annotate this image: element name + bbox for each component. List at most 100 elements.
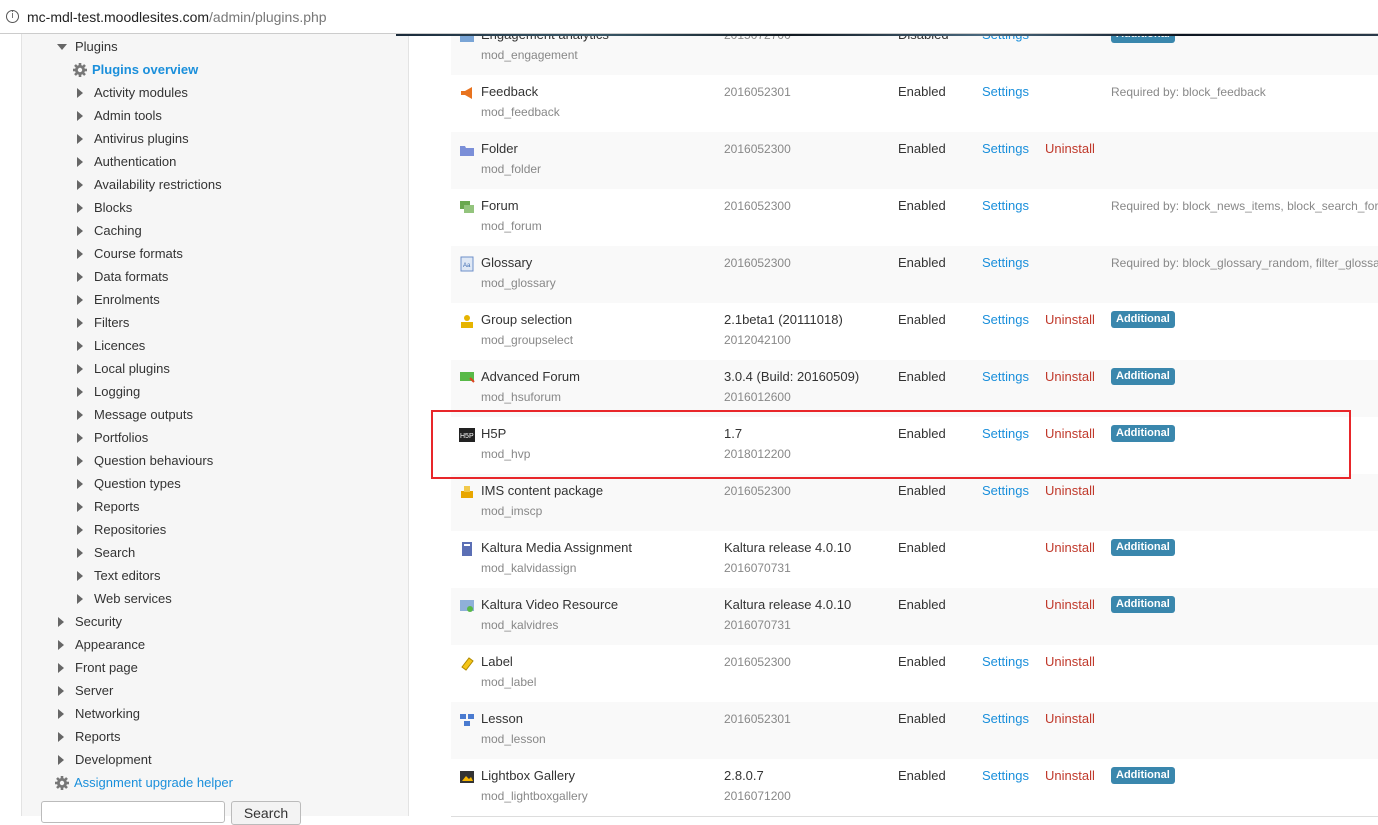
tree-item-search[interactable]: Search: [77, 543, 135, 563]
plugin-release: 3.0.4 (Build: 20160509): [724, 369, 860, 384]
settings-link[interactable]: Settings: [982, 198, 1029, 213]
tree-section-reports[interactable]: Reports: [58, 727, 121, 747]
url-text[interactable]: mc-mdl-test.moodlesites.com/admin/plugin…: [27, 9, 327, 25]
plugin-name: Kaltura Media Assignment: [481, 540, 633, 555]
plugin-release: 2.8.0.7: [724, 768, 764, 783]
tree-label: Question behaviours: [94, 453, 214, 468]
settings-link[interactable]: Settings: [982, 84, 1029, 99]
uninstall-link[interactable]: Uninstall: [1045, 597, 1095, 612]
uninstall-link[interactable]: Uninstall: [1045, 654, 1095, 669]
tree-label: Web services: [94, 591, 172, 606]
chevron-right-icon: [77, 156, 83, 167]
chevron-right-icon: [77, 133, 83, 144]
plugin-name: Group selection: [481, 312, 573, 327]
chevron-right-icon: [77, 478, 83, 489]
uninstall-link[interactable]: Uninstall: [1045, 483, 1095, 498]
plugin-component: mod_engagement: [481, 48, 578, 62]
tree-item-authentication[interactable]: Authentication: [77, 152, 176, 172]
settings-link[interactable]: Settings: [982, 312, 1029, 327]
tree-item-availability-restrictions[interactable]: Availability restrictions: [77, 175, 222, 195]
admin-search-button[interactable]: Search: [231, 801, 301, 825]
tree-item-data-formats[interactable]: Data formats: [77, 267, 168, 287]
plugin-icon: [460, 600, 474, 612]
plugin-icon: [460, 146, 474, 156]
uninstall-link[interactable]: Uninstall: [1045, 711, 1095, 726]
settings-link[interactable]: Settings: [982, 141, 1029, 156]
tree-item-antivirus-plugins[interactable]: Antivirus plugins: [77, 129, 189, 149]
tree-item-question-types[interactable]: Question types: [77, 474, 181, 494]
tree-section-security[interactable]: Security: [58, 612, 122, 632]
plugin-status: Enabled: [898, 597, 946, 612]
tree-item-blocks[interactable]: Blocks: [77, 198, 132, 218]
chevron-right-icon: [58, 616, 64, 627]
tree-item-local-plugins[interactable]: Local plugins: [77, 359, 170, 379]
table-row: Label mod_label 2016052300 Enabled Settings U…: [451, 645, 1378, 703]
tree-item-text-editors[interactable]: Text editors: [77, 566, 160, 586]
plugin-component: mod_label: [481, 675, 537, 689]
chevron-right-icon: [58, 754, 64, 765]
info-icon[interactable]: i: [6, 10, 19, 23]
settings-link[interactable]: Settings: [982, 369, 1029, 384]
browser-address-bar[interactable]: i mc-mdl-test.moodlesites.com/admin/plug…: [0, 0, 1378, 34]
tree-label: Assignment upgrade helper: [74, 775, 233, 790]
settings-link[interactable]: Settings: [982, 483, 1029, 498]
settings-link[interactable]: Settings: [982, 654, 1029, 669]
tree-plugins-overview[interactable]: Plugins overview: [72, 60, 198, 80]
uninstall-link[interactable]: Uninstall: [1045, 540, 1095, 555]
uninstall-link[interactable]: Uninstall: [1045, 369, 1095, 384]
tree-label: Networking: [75, 706, 141, 721]
plugin-version: 2016071200: [724, 789, 791, 803]
chevron-right-icon: [77, 570, 83, 581]
tree-item-licences[interactable]: Licences: [77, 336, 145, 356]
tree-section-appearance[interactable]: Appearance: [58, 635, 145, 655]
tree-item-portfolios[interactable]: Portfolios: [77, 428, 148, 448]
admin-sidebar: Plugins Plugins overview Assignment upgr…: [21, 33, 409, 825]
settings-link[interactable]: Settings: [982, 711, 1029, 726]
plugin-status: Enabled: [898, 711, 946, 726]
tree-section-networking[interactable]: Networking: [58, 704, 140, 724]
plugin-component: mod_imscp: [481, 504, 543, 518]
plugin-icon: [462, 542, 472, 556]
chevron-right-icon: [77, 386, 83, 397]
tree-item-question-behaviours[interactable]: Question behaviours: [77, 451, 213, 471]
uninstall-link[interactable]: Uninstall: [1045, 768, 1095, 783]
settings-link[interactable]: Settings: [982, 768, 1029, 783]
tree-label: Search: [94, 545, 136, 560]
tree-item-filters[interactable]: Filters: [77, 313, 129, 333]
admin-search-input[interactable]: [41, 801, 225, 823]
svg-text:Aa: Aa: [463, 263, 471, 269]
tree-item-repositories[interactable]: Repositories: [77, 520, 166, 540]
tree-item-admin-tools[interactable]: Admin tools: [77, 106, 162, 126]
tree-plugins[interactable]: Plugins: [57, 37, 118, 57]
table-row: Folder mod_folder 2016052300 Enabled Setting…: [451, 132, 1378, 190]
tree-label: Text editors: [94, 568, 161, 583]
tree-item-caching[interactable]: Caching: [77, 221, 142, 241]
table-row: Aa Glossary mod_glossary 2016052300 Enabled S…: [451, 246, 1378, 304]
plugin-name: Advanced Forum: [481, 369, 580, 384]
plugin-component: mod_feedback: [481, 105, 560, 119]
tree-label: Data formats: [94, 269, 169, 284]
tree-item-course-formats[interactable]: Course formats: [77, 244, 183, 264]
additional-badge: Additional: [1111, 596, 1175, 613]
table-row: Lightbox Gallery mod_lightboxgallery 2.8.0…: [451, 759, 1378, 817]
tree-item-activity-modules[interactable]: Activity modules: [77, 83, 188, 103]
tree-label: Portfolios: [94, 430, 149, 445]
plugin-name: Lightbox Gallery: [481, 768, 575, 783]
tree-item-web-services[interactable]: Web services: [77, 589, 172, 609]
tree-label: Server: [75, 683, 114, 698]
tree-section-development[interactable]: Development: [58, 750, 152, 770]
tree-item-reports[interactable]: Reports: [77, 497, 140, 517]
settings-link[interactable]: Settings: [982, 255, 1029, 270]
tree-assignment-upgrade-helper[interactable]: Assignment upgrade helper: [54, 773, 233, 793]
plugin-component: mod_forum: [481, 219, 542, 233]
tree-item-message-outputs[interactable]: Message outputs: [77, 405, 193, 425]
uninstall-link[interactable]: Uninstall: [1045, 141, 1095, 156]
additional-badge: Additional: [1111, 767, 1175, 784]
chevron-down-icon: [57, 43, 67, 50]
chevron-right-icon: [77, 593, 83, 604]
tree-section-server[interactable]: Server: [58, 681, 113, 701]
tree-item-logging[interactable]: Logging: [77, 382, 140, 402]
tree-section-front-page[interactable]: Front page: [58, 658, 138, 678]
tree-item-enrolments[interactable]: Enrolments: [77, 290, 160, 310]
uninstall-link[interactable]: Uninstall: [1045, 312, 1095, 327]
